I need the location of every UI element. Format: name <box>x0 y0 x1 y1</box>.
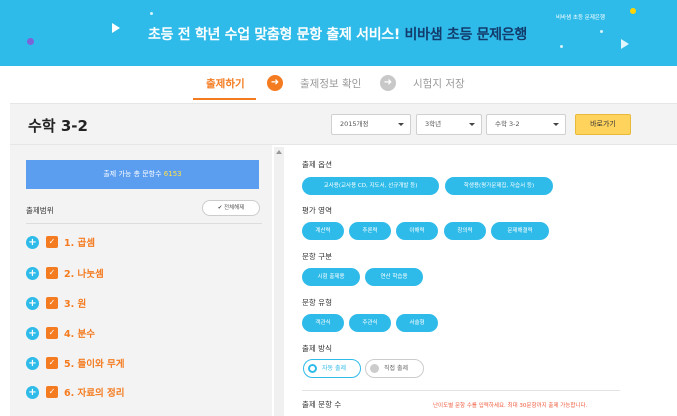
kind-pill[interactable]: 주관식 <box>349 314 391 332</box>
play-icon <box>621 39 629 49</box>
subject-select[interactable]: 수학 3-2 <box>486 114 566 135</box>
subject-header: 수학 3-2 2015개정 3학년 수학 3-2 바로가기 <box>10 103 677 145</box>
question-count-note: 난이도별 문항 수를 입력하세요. 최대 30문항까지 출제 가능합니다. <box>433 403 588 409</box>
decor-dot <box>27 38 34 45</box>
play-icon <box>112 23 120 33</box>
scroll-up-icon[interactable] <box>276 150 282 154</box>
unit-item[interactable]: + ✓ 6. 자료의 정리 <box>26 384 125 400</box>
total-count-box: 출제 가능 총 문항수 6153 <box>26 160 259 189</box>
grade-select-value: 3학년 <box>425 120 442 128</box>
kind-label: 문항 유형 <box>302 298 332 307</box>
unit-label: 1. 곱셈 <box>64 238 96 249</box>
options-label: 출제 옵션 <box>302 160 332 169</box>
chevron-down-icon <box>469 123 475 126</box>
type-pill[interactable]: 연산 학습용 <box>365 268 423 286</box>
total-count-label: 출제 가능 총 문항수 <box>103 170 162 178</box>
chevron-down-icon <box>398 123 404 126</box>
grade-select[interactable]: 3학년 <box>416 114 482 135</box>
area-pill[interactable]: 이해력 <box>396 222 438 240</box>
option-student-button[interactable]: 학생용(평가문제집, 자습서 등) <box>445 177 553 195</box>
options-panel: 출제 옵션 교사용(교사용 CD, 지도서, 선규개발 등) 학생용(평가문제집… <box>286 145 677 416</box>
banner-title-prefix: 초등 전 학년 수업 맞춤형 문항 출제 서비스! <box>148 27 400 43</box>
manual-method-radio[interactable]: 직접 출제 <box>365 359 424 378</box>
unit-checkbox[interactable]: ✓ <box>46 357 58 369</box>
radio-selected-icon <box>308 364 317 373</box>
unit-checkbox[interactable]: ✓ <box>46 327 58 339</box>
step-confirm[interactable]: 출제정보 확인 <box>300 76 361 91</box>
step-create[interactable]: 출제하기 <box>206 76 245 91</box>
curriculum-select-value: 2015개정 <box>340 120 369 128</box>
scope-label: 출제범위 <box>26 206 54 215</box>
kind-pill[interactable]: 객관식 <box>302 314 344 332</box>
kind-pill[interactable]: 서술형 <box>396 314 438 332</box>
clear-all-button[interactable]: ✔ 전체해제 <box>202 200 260 216</box>
go-button[interactable]: 바로가기 <box>575 114 631 135</box>
arrow-right-icon: ➜ <box>267 75 283 91</box>
auto-method-label: 자동 출제 <box>322 365 346 372</box>
unit-item[interactable]: + ✓ 2. 나눗셈 <box>26 265 104 281</box>
unit-checkbox[interactable]: ✓ <box>46 267 58 279</box>
method-label: 출제 방식 <box>302 344 332 353</box>
unit-checkbox[interactable]: ✓ <box>46 386 58 398</box>
sparkle-decor <box>560 45 563 48</box>
scope-panel: 출제 가능 총 문항수 6153 출제범위 ✔ 전체해제 + ✓ 1. 곱셈 +… <box>10 145 272 416</box>
active-step-underline <box>193 98 256 100</box>
option-teacher-button[interactable]: 교사용(교사용 CD, 지도서, 선규개발 등) <box>302 177 439 195</box>
chevron-down-icon <box>553 123 559 126</box>
auto-method-radio[interactable]: 자동 출제 <box>303 359 361 378</box>
unit-label: 5. 들이와 무게 <box>64 359 125 370</box>
area-pill[interactable]: 문제해결력 <box>491 222 549 240</box>
question-count-label: 출제 문항 수 <box>302 400 342 409</box>
expand-plus-icon[interactable]: + <box>26 235 39 249</box>
scrollbar[interactable] <box>274 147 284 416</box>
divider <box>26 223 262 224</box>
arrow-right-icon: ➜ <box>380 75 396 91</box>
banner-title-highlight: 비바샘 초등 문제은행 <box>404 27 528 43</box>
sparkle-decor <box>600 30 603 33</box>
unit-label: 4. 분수 <box>64 329 96 340</box>
area-pill[interactable]: 계산력 <box>302 222 344 240</box>
unit-checkbox[interactable]: ✓ <box>46 297 58 309</box>
expand-plus-icon[interactable]: + <box>26 356 39 370</box>
type-pill[interactable]: 시험 출제용 <box>302 268 360 286</box>
unit-item[interactable]: + ✓ 4. 분수 <box>26 325 95 341</box>
area-label: 평가 영역 <box>302 206 332 215</box>
unit-item[interactable]: + ✓ 1. 곱셈 <box>26 234 95 250</box>
banner-tag: 비바샘 초등 문제은행 <box>556 15 606 21</box>
area-pill[interactable]: 추론력 <box>349 222 391 240</box>
unit-checkbox[interactable]: ✓ <box>46 236 58 248</box>
top-banner[interactable]: 초등 전 학년 수업 맞춤형 문항 출제 서비스! 비바샘 초등 문제은행 비바… <box>0 0 677 66</box>
divider <box>302 390 620 391</box>
banner-title: 초등 전 학년 수업 맞춤형 문항 출제 서비스! 비바샘 초등 문제은행 <box>148 24 527 44</box>
unit-label: 3. 원 <box>64 299 87 310</box>
step-save[interactable]: 시험지 저장 <box>413 76 465 91</box>
step-nav: 출제하기 ➜ 출제정보 확인 ➜ 시험지 저장 <box>0 66 677 102</box>
total-count-value: 6153 <box>163 170 182 178</box>
expand-plus-icon[interactable]: + <box>26 385 39 399</box>
page-title: 수학 3-2 <box>28 117 88 135</box>
radio-unselected-icon <box>370 364 379 373</box>
expand-plus-icon[interactable]: + <box>26 266 39 280</box>
manual-method-label: 직접 출제 <box>384 365 408 372</box>
check-icon: ✔ <box>217 205 223 211</box>
expand-plus-icon[interactable]: + <box>26 296 39 310</box>
unit-item[interactable]: + ✓ 3. 원 <box>26 295 86 311</box>
unit-item[interactable]: + ✓ 5. 들이와 무게 <box>26 355 125 371</box>
expand-plus-icon[interactable]: + <box>26 326 39 340</box>
subject-select-value: 수학 3-2 <box>495 120 520 128</box>
type-label: 문항 구분 <box>302 252 332 261</box>
curriculum-select[interactable]: 2015개정 <box>331 114 411 135</box>
sparkle-decor <box>150 12 153 15</box>
clear-all-label: 전체해제 <box>224 205 245 211</box>
unit-label: 2. 나눗셈 <box>64 269 104 280</box>
area-pill[interactable]: 창의력 <box>444 222 486 240</box>
decor-dot <box>630 8 636 14</box>
unit-label: 6. 자료의 정리 <box>64 388 125 399</box>
